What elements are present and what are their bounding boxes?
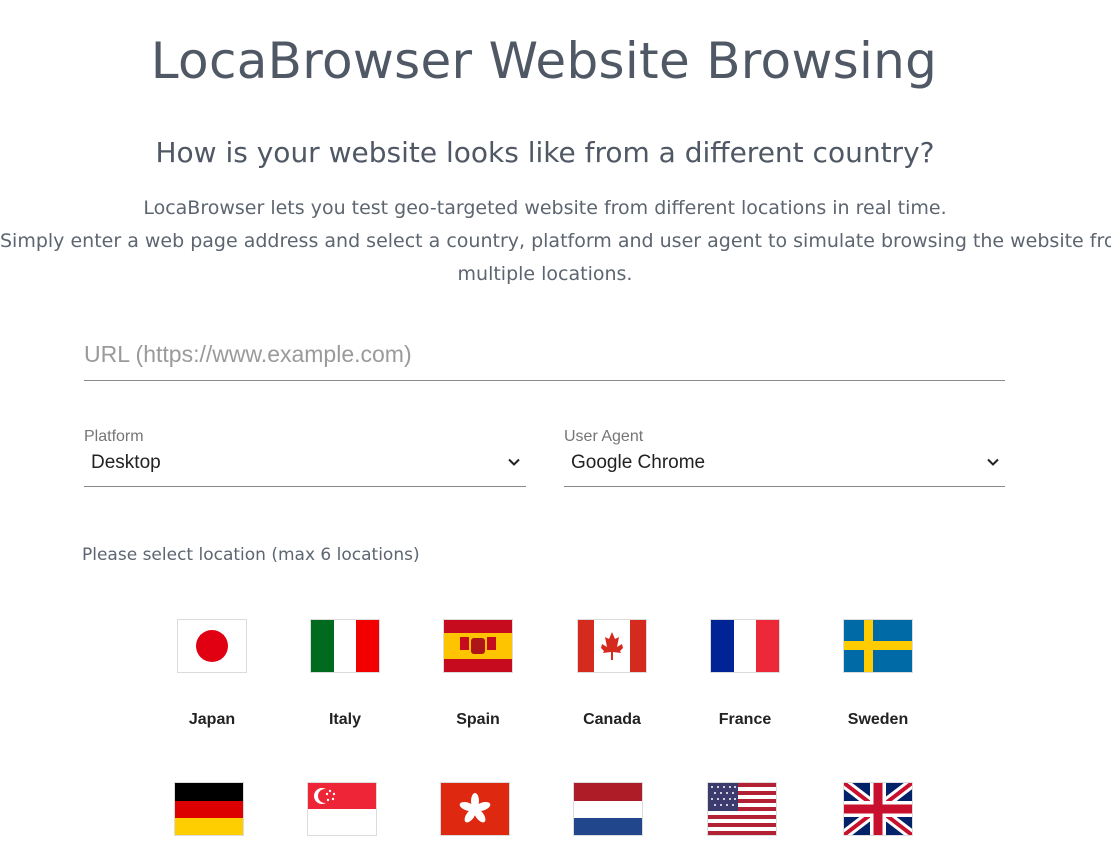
description-line: multiple locations.: [457, 263, 633, 285]
location-option-italy[interactable]: Italy: [310, 619, 380, 728]
description-line: LocaBrowser lets you test geo-targeted w…: [143, 197, 947, 219]
location-option-france[interactable]: France: [710, 619, 780, 728]
location-option-germany[interactable]: [174, 782, 244, 836]
location-option-netherlands[interactable]: [573, 782, 643, 836]
user-agent-label: User Agent: [564, 428, 644, 445]
italy-flag-icon[interactable]: [310, 619, 380, 673]
platform-label: Platform: [84, 428, 144, 445]
sweden-flag-icon[interactable]: [843, 619, 913, 673]
location-option-singapore[interactable]: [307, 782, 377, 836]
location-option-hong-kong[interactable]: [440, 782, 510, 836]
usa-flag-icon[interactable]: [707, 782, 777, 836]
chevron-down-icon: [508, 458, 520, 466]
user-agent-value: Google Chrome: [571, 452, 706, 473]
singapore-flag-icon[interactable]: [307, 782, 377, 836]
user-agent-select[interactable]: User Agent Google Chrome: [564, 428, 1005, 487]
canada-flag-icon[interactable]: [577, 619, 647, 673]
country-label: Canada: [583, 711, 641, 728]
location-instructions: Please select location (max 6 locations): [82, 545, 420, 565]
japan-flag-icon[interactable]: [177, 619, 247, 673]
location-option-japan[interactable]: Japan: [177, 619, 247, 728]
location-option-united-kingdom[interactable]: [843, 782, 913, 836]
location-option-canada[interactable]: Canada: [577, 619, 647, 728]
location-option-sweden[interactable]: Sweden: [843, 619, 913, 728]
url-input[interactable]: [84, 330, 1005, 378]
location-option-united-states[interactable]: [707, 782, 777, 836]
germany-flag-icon[interactable]: [174, 782, 244, 836]
country-label: Sweden: [847, 711, 909, 728]
country-label: Japan: [188, 711, 236, 728]
location-option-spain[interactable]: Spain: [443, 619, 513, 728]
platform-value: Desktop: [91, 452, 161, 473]
hong-kong-flag-icon[interactable]: [440, 782, 510, 836]
platform-select[interactable]: Platform Desktop: [84, 428, 526, 487]
country-label: Spain: [456, 711, 500, 728]
country-label: France: [718, 711, 772, 728]
spain-flag-icon[interactable]: [443, 619, 513, 673]
netherlands-flag-icon[interactable]: [573, 782, 643, 836]
france-flag-icon[interactable]: [710, 619, 780, 673]
page-title: LocaBrowser Website Browsing: [150, 32, 938, 90]
page-subtitle: How is your website looks like from a di…: [155, 136, 935, 169]
description-line: Simply enter a web page address and sele…: [0, 230, 1111, 252]
url-field-wrapper: [84, 330, 1005, 381]
uk-flag-icon[interactable]: [843, 782, 913, 836]
country-label: Italy: [328, 711, 361, 728]
page-description: LocaBrowser lets you test geo-targeted w…: [0, 192, 1111, 291]
chevron-down-icon: [987, 458, 999, 466]
